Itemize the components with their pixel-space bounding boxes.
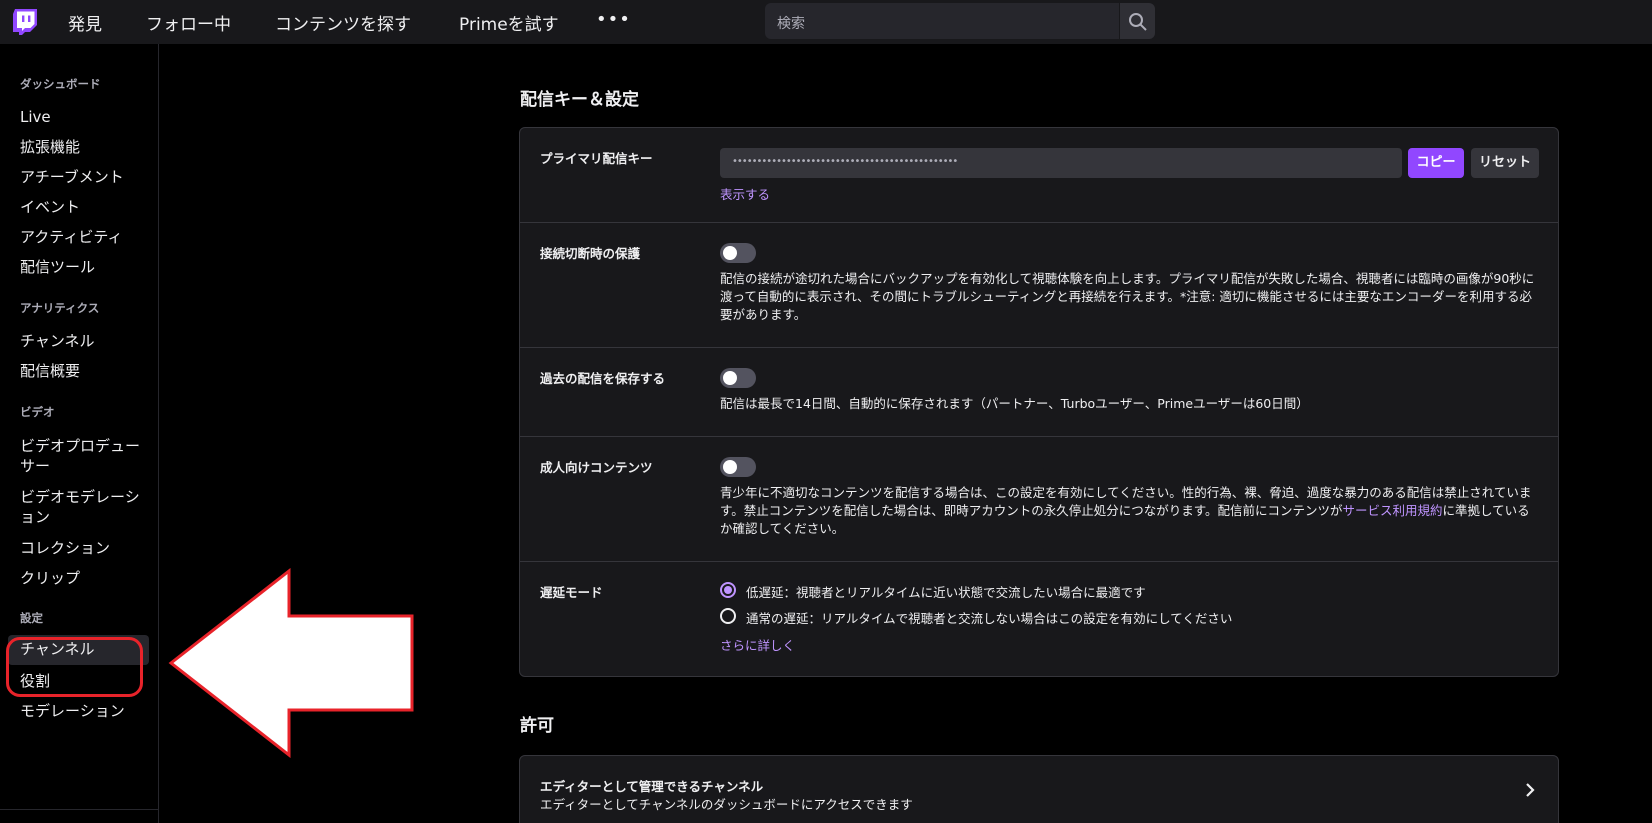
sidebar-heading-dashboard: ダッシュボード xyxy=(20,77,101,91)
sidebar: ダッシュボード Live 拡張機能 アチーブメント イベント アクティビティ 配… xyxy=(0,44,159,823)
sidebar-divider xyxy=(0,809,159,810)
store-past-broadcasts-label: 過去の配信を保存する xyxy=(540,371,666,386)
mature-content-controls: 青少年に不適切なコンテンツを配信する場合は、この設定を有効にしてください。性的行… xyxy=(720,455,1540,555)
sidebar-item-collections[interactable]: コレクション xyxy=(20,538,145,558)
sidebar-item-activity[interactable]: アクティビティ xyxy=(20,227,145,247)
chevron-right-icon xyxy=(1526,783,1535,797)
sidebar-item-clips[interactable]: クリップ xyxy=(20,568,145,588)
mature-content-toggle[interactable] xyxy=(720,457,756,477)
sidebar-item-live[interactable]: Live xyxy=(20,107,145,127)
low-latency-label[interactable]: 低遅延：視聴者とリアルタイムに近い状態で交流したい場合に最適です xyxy=(746,582,1146,601)
stream-key-section-title: 配信キー＆設定 xyxy=(520,90,639,110)
twitch-logo-icon[interactable] xyxy=(11,8,39,36)
low-latency-radio[interactable] xyxy=(720,582,736,598)
top-nav: 発見 フォロー中 コンテンツを探す Primeを試す ••• 検索 xyxy=(0,0,1652,44)
editor-channels-title: エディターとして管理できるチャンネル xyxy=(540,779,764,794)
annotation-arrow-icon xyxy=(168,568,414,758)
store-past-broadcasts-controls: 配信は最長で14日間、自動的に保存されます（パートナー、Turboユーザー、Pr… xyxy=(720,366,1540,426)
permissions-section-title: 許可 xyxy=(520,716,554,736)
sidebar-item-achievements[interactable]: アチーブメント xyxy=(20,167,145,187)
editor-channels-card[interactable]: エディターとして管理できるチャンネル エディターとしてチャンネルのダッシュボード… xyxy=(519,755,1559,823)
terms-of-service-link[interactable]: サービス利用規約 xyxy=(1343,503,1443,518)
primary-key-controls: ••••••••••••••••••••••••••••••••••••••••… xyxy=(720,148,1540,208)
normal-latency-radio[interactable] xyxy=(720,608,736,624)
store-past-broadcasts-row: 過去の配信を保存する 配信は最長で14日間、自動的に保存されます（パートナー、T… xyxy=(520,348,1558,437)
disconnect-protection-controls: 配信の接続が途切れた場合にバックアップを有効化して視聴体験を向上します。プライマ… xyxy=(720,241,1540,341)
mature-content-row: 成人向けコンテンツ 青少年に不適切なコンテンツを配信する場合は、この設定を有効に… xyxy=(520,437,1558,562)
disconnect-protection-desc: 配信の接続が途切れた場合にバックアップを有効化して視聴体験を向上します。プライマ… xyxy=(720,271,1535,322)
sidebar-item-analytics-channel[interactable]: チャンネル xyxy=(20,331,145,351)
latency-mode-controls: 低遅延：視聴者とリアルタイムに近い状態で交流したい場合に最適です 通常の遅延：リ… xyxy=(720,582,1540,672)
search-button[interactable] xyxy=(1120,3,1155,39)
sidebar-item-stream-tools[interactable]: 配信ツール xyxy=(20,257,145,277)
search-icon xyxy=(1129,13,1147,31)
nav-discover[interactable]: 発見 xyxy=(68,10,102,35)
latency-mode-label: 遅延モード xyxy=(540,585,603,600)
nav-following[interactable]: フォロー中 xyxy=(146,10,231,35)
sidebar-heading-settings: 設定 xyxy=(20,611,43,625)
sidebar-heading-video: ビデオ xyxy=(20,405,55,419)
primary-key-row: プライマリ配信キー ••••••••••••••••••••••••••••••… xyxy=(520,128,1558,223)
sidebar-item-extensions[interactable]: 拡張機能 xyxy=(20,137,145,157)
mature-content-desc: 青少年に不適切なコンテンツを配信する場合は、この設定を有効にしてください。性的行… xyxy=(720,484,1540,538)
nav-browse[interactable]: コンテンツを探す xyxy=(275,10,411,35)
disconnect-protection-label: 接続切断時の保護 xyxy=(540,246,641,261)
learn-more-link[interactable]: さらに詳しく xyxy=(720,635,795,654)
nav-try-prime[interactable]: Primeを試す xyxy=(459,10,559,35)
sidebar-heading-analytics: アナリティクス xyxy=(20,301,100,315)
disconnect-protection-toggle[interactable] xyxy=(720,243,756,263)
normal-latency-label[interactable]: 通常の遅延：リアルタイムで視聴者と交流しない場合はこの設定を有効にしてください xyxy=(746,608,1232,627)
stream-key-field[interactable]: ••••••••••••••••••••••••••••••••••••••••… xyxy=(720,148,1402,178)
sidebar-item-video-moderation[interactable]: ビデオモデレーション xyxy=(20,487,145,527)
search-input[interactable]: 検索 xyxy=(765,3,1119,39)
show-key-link[interactable]: 表示する xyxy=(720,184,770,203)
more-menu-button[interactable]: ••• xyxy=(596,9,631,30)
sidebar-item-stream-summary[interactable]: 配信概要 xyxy=(20,361,145,381)
sidebar-item-moderation[interactable]: モデレーション xyxy=(20,701,145,721)
stream-settings-panel: プライマリ配信キー ••••••••••••••••••••••••••••••… xyxy=(519,127,1559,677)
copy-button[interactable]: コピー xyxy=(1408,148,1464,178)
disconnect-protection-row: 接続切断時の保護 配信の接続が途切れた場合にバックアップを有効化して視聴体験を向… xyxy=(520,223,1558,348)
latency-mode-row: 遅延モード 低遅延：視聴者とリアルタイムに近い状態で交流したい場合に最適です 通… xyxy=(520,562,1558,676)
store-past-broadcasts-toggle[interactable] xyxy=(720,368,756,388)
editor-channels-subtitle: エディターとしてチャンネルのダッシュボードにアクセスできます xyxy=(540,797,913,812)
sidebar-item-events[interactable]: イベント xyxy=(20,197,145,217)
sidebar-item-video-producer[interactable]: ビデオプロデューサー xyxy=(20,436,145,476)
annotation-highlight-box xyxy=(6,637,143,697)
primary-key-label: プライマリ配信キー xyxy=(540,151,653,166)
reset-button[interactable]: リセット xyxy=(1471,148,1539,178)
store-past-broadcasts-desc: 配信は最長で14日間、自動的に保存されます（パートナー、Turboユーザー、Pr… xyxy=(720,396,1309,411)
mature-content-label: 成人向けコンテンツ xyxy=(540,460,653,475)
